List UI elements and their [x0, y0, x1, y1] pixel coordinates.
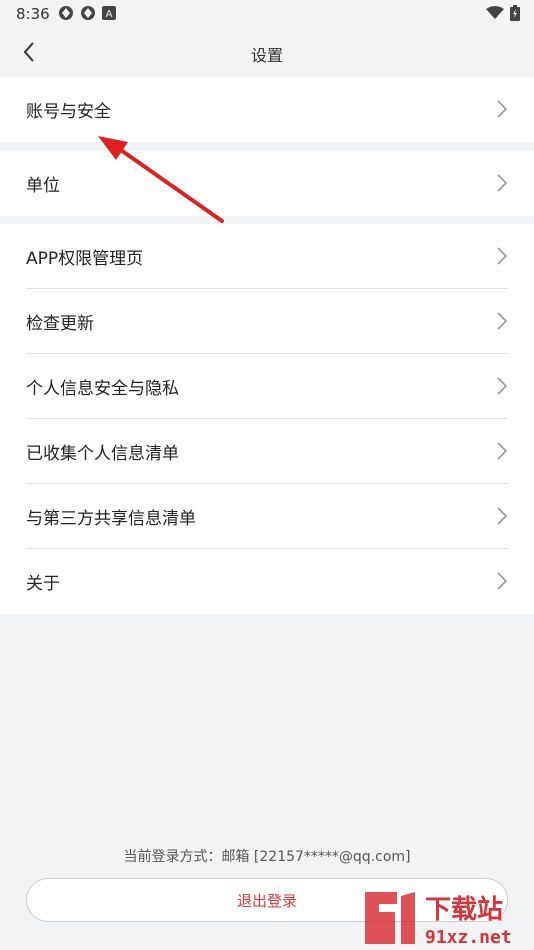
- settings-item-label: 检查更新: [26, 314, 94, 334]
- settings-item-label: 账号与安全: [26, 102, 111, 122]
- header-bar: 设置: [0, 28, 534, 76]
- settings-item-app-permissions[interactable]: APP权限管理页: [0, 224, 534, 289]
- chevron-right-icon: [497, 247, 508, 265]
- status-left-icons: A: [58, 5, 116, 21]
- svg-text:A: A: [106, 9, 113, 20]
- chevron-right-icon: [497, 442, 508, 460]
- settings-group-account: 账号与安全: [0, 77, 534, 142]
- settings-item-label: 关于: [26, 574, 60, 594]
- settings-item-third-party-sharing[interactable]: 与第三方共享信息清单: [0, 484, 534, 549]
- status-right-icons: [486, 5, 520, 21]
- page-title: 设置: [250, 46, 283, 65]
- watermark-text-top: 下载站: [425, 895, 503, 925]
- chevron-right-icon: [497, 572, 508, 590]
- app-icon-1: [59, 6, 73, 20]
- settings-item-check-update[interactable]: 检查更新: [0, 289, 534, 354]
- a-icon: A: [102, 6, 116, 20]
- settings-item-label: 单位: [26, 176, 60, 196]
- app-icon-2: [81, 6, 95, 20]
- chevron-right-icon: [497, 377, 508, 395]
- settings-item-account-security[interactable]: 账号与安全: [0, 77, 534, 142]
- battery-icon: [510, 5, 520, 21]
- chevron-right-icon: [497, 100, 508, 118]
- status-time: 8:36: [16, 5, 50, 23]
- settings-item-label: 与第三方共享信息清单: [26, 509, 196, 529]
- watermark-emblem-icon: [365, 892, 415, 944]
- settings-item-label: 个人信息安全与隐私: [26, 379, 179, 399]
- settings-item-about[interactable]: 关于: [0, 549, 534, 614]
- chevron-right-icon: [497, 312, 508, 330]
- settings-item-label: 已收集个人信息清单: [26, 444, 179, 464]
- settings-item-label: APP权限管理页: [26, 249, 144, 269]
- chevron-right-icon: [497, 507, 508, 525]
- status-bar: 8:36 A: [0, 0, 534, 28]
- settings-item-unit[interactable]: 单位: [0, 151, 534, 216]
- watermark-logo: 下载站 91xz.net: [365, 892, 512, 948]
- settings-item-privacy[interactable]: 个人信息安全与隐私: [0, 354, 534, 419]
- settings-group-unit: 单位: [0, 151, 534, 216]
- settings-group-general: APP权限管理页 检查更新 个人信息安全与隐私 已收集个人信息清单 与第三方共享…: [0, 224, 534, 614]
- wifi-icon: [486, 6, 504, 19]
- watermark-text-bottom: 91xz.net: [425, 927, 512, 948]
- login-method-info: 当前登录方式：邮箱 [22157*****@qq.com]: [123, 849, 411, 865]
- chevron-right-icon: [497, 174, 508, 192]
- settings-item-collected-info[interactable]: 已收集个人信息清单: [0, 419, 534, 484]
